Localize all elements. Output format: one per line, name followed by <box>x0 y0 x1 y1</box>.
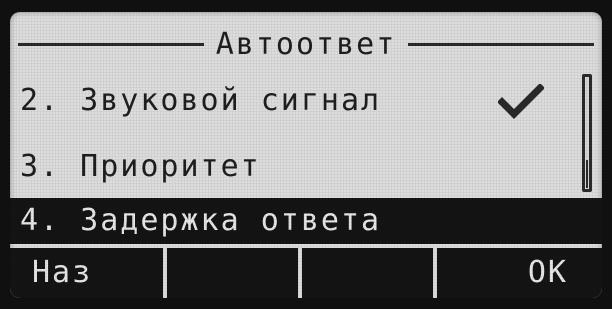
menu-item-answer-delay[interactable]: 4. Задержка ответа <box>10 198 602 244</box>
title-divider-right <box>408 42 594 46</box>
softkey-bar: Наз OK <box>10 248 602 298</box>
lcd-screen: Автоответ 2. Звуковой сигнал 3. Приорите… <box>10 12 602 298</box>
softkey-3[interactable] <box>302 248 433 298</box>
menu-item-label: 4. Задержка ответа <box>20 203 382 238</box>
menu-item-label: 2. Звуковой сигнал <box>20 83 382 118</box>
softkey-back[interactable]: Наз <box>10 248 163 298</box>
softkey-ok[interactable]: OK <box>437 248 602 298</box>
title-divider-left <box>18 42 204 46</box>
softkey-2[interactable] <box>167 248 298 298</box>
menu-item-priority[interactable]: 3. Приоритет <box>16 142 576 192</box>
phone-bezel: Автоответ 2. Звуковой сигнал 3. Приорите… <box>0 0 612 309</box>
title-bar: Автоответ <box>18 22 594 66</box>
scrollbar[interactable] <box>582 74 592 192</box>
menu-item-label: 3. Приоритет <box>20 149 261 184</box>
scrollbar-thumb[interactable] <box>586 160 588 188</box>
menu-item-sound-signal[interactable]: 2. Звуковой сигнал <box>16 76 576 126</box>
check-icon <box>498 84 544 119</box>
screen-title: Автоответ <box>215 26 397 62</box>
